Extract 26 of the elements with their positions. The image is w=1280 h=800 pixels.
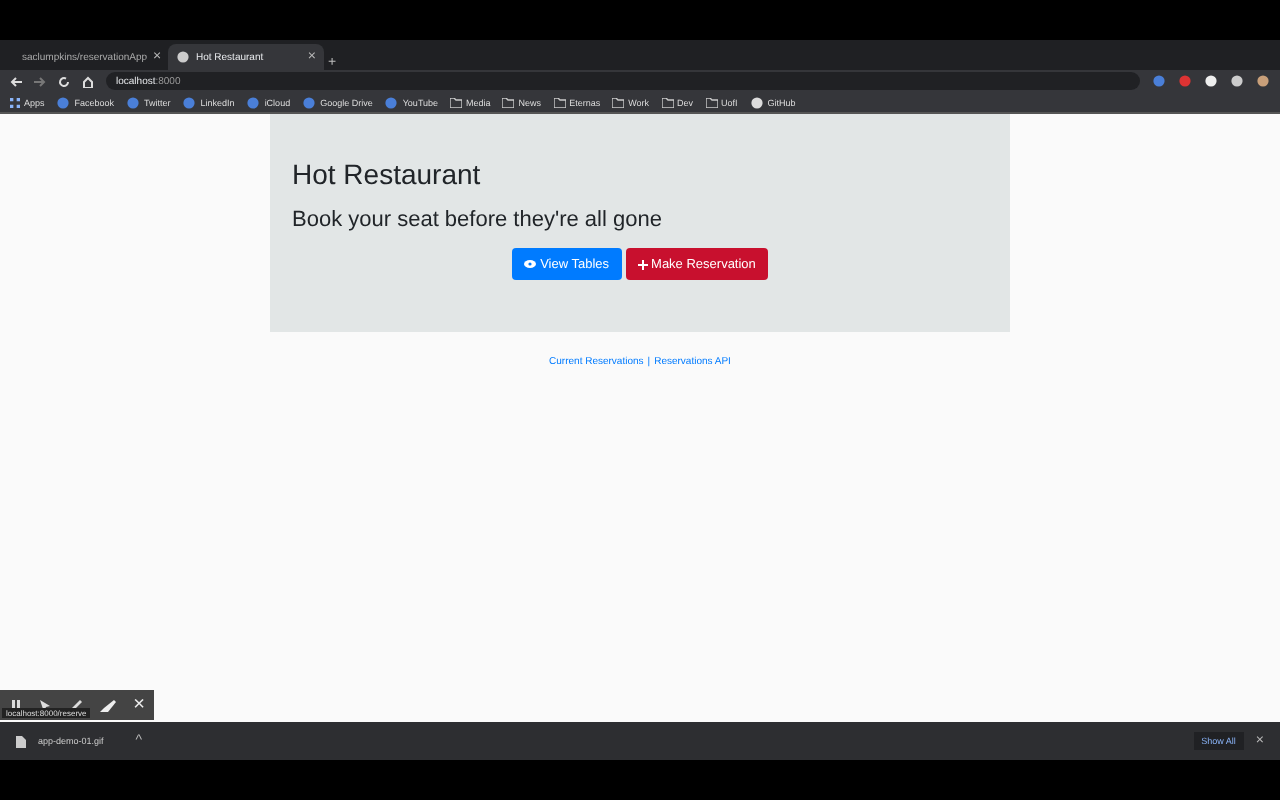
folder-icon [553,97,566,107]
file-icon [16,735,26,747]
home-icon[interactable] [82,75,94,87]
page-title: Hot Restaurant [292,158,483,190]
folder-icon [450,97,463,107]
close-button[interactable]: × [133,694,145,716]
forward-arrow-icon[interactable] [34,75,46,87]
site-icon [56,95,71,109]
folder-icon [661,97,673,107]
reload-icon[interactable] [58,75,70,87]
folder-icon [612,97,625,107]
site-icon [176,50,190,64]
site-icon [302,95,317,109]
site-icon [126,95,141,109]
apps-grid-icon [10,97,20,107]
site-icon [182,95,197,109]
site-icon [246,95,261,109]
highlighter-icon[interactable] [99,699,116,711]
page-subtitle: Book your seat before they're all gone [292,208,664,232]
eye-icon [524,260,537,268]
avatar-icon[interactable] [1256,74,1270,88]
folder-icon [502,97,515,107]
folder-icon [705,97,718,107]
back-arrow-icon[interactable] [10,75,22,87]
plus-icon [637,259,648,269]
site-icon [384,95,399,109]
